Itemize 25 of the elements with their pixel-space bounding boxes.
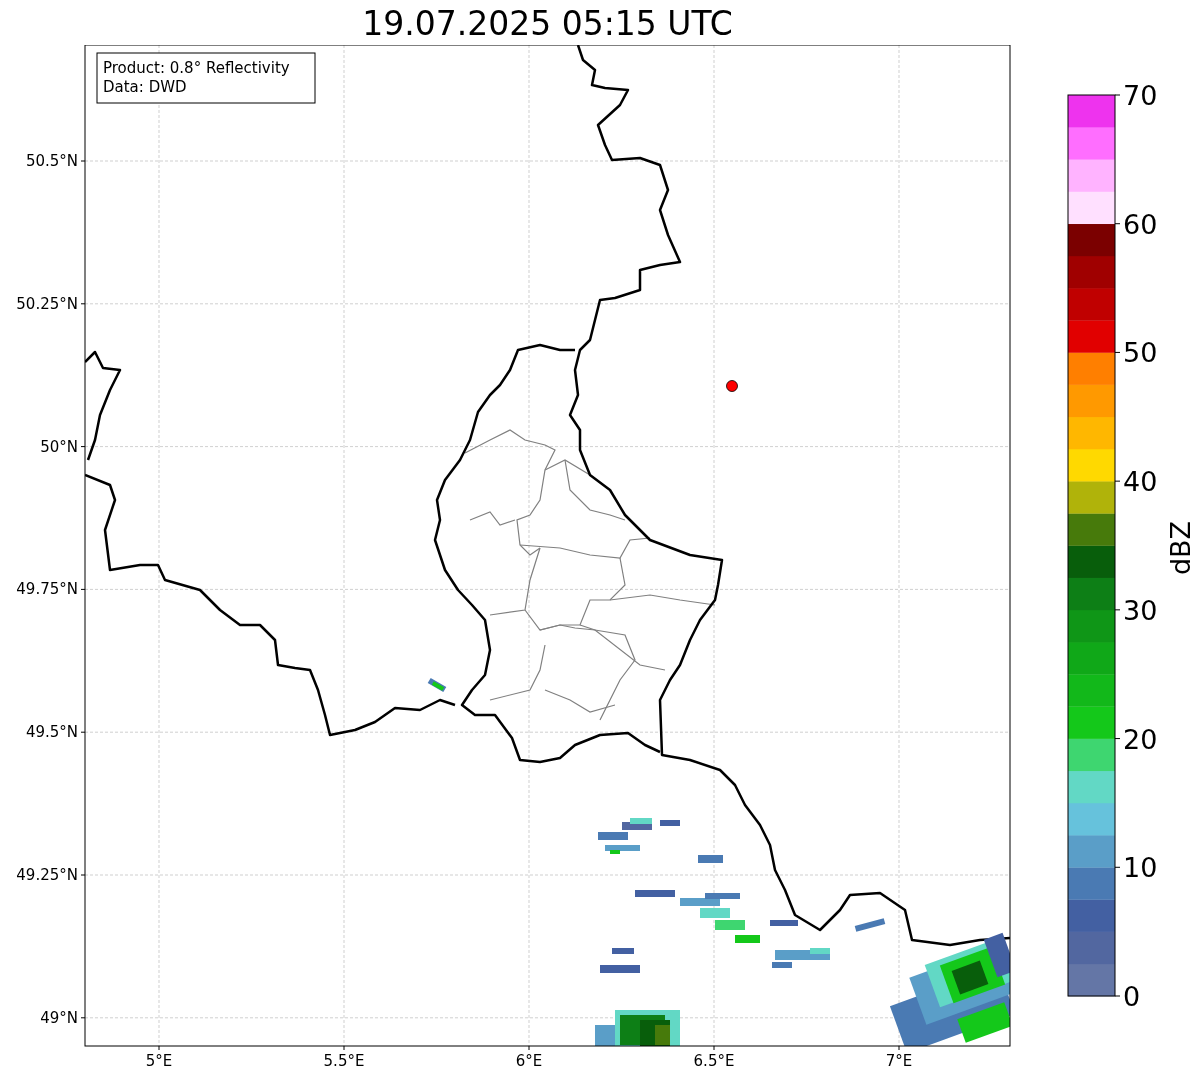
latitude-label: 50°N <box>40 437 78 456</box>
chart-title: 19.07.2025 05:15 UTC <box>361 3 734 45</box>
latitude-label: 50.25°N <box>16 294 78 313</box>
longitude-label: 6.5°E <box>693 1052 735 1070</box>
colorbar-tick-label: 10 <box>1123 852 1158 884</box>
latitude-label: 49.5°N <box>25 723 78 742</box>
info-text: Product: 0.8° Reflectivity <box>103 59 290 77</box>
info-text: Data: DWD <box>103 78 187 96</box>
colorbar-tick-label: 0 <box>1123 981 1141 1012</box>
colorbar-tick-label: 60 <box>1123 208 1158 240</box>
latitude-label: 50.5°N <box>25 152 78 170</box>
colorbar-tick-label: 20 <box>1123 723 1158 755</box>
longitude-label: 6°E <box>515 1052 543 1070</box>
longitude-label: 7°E <box>885 1052 913 1070</box>
colorbar-tick-label: 70 <box>1123 80 1158 111</box>
latitude-label: 49.25°N <box>16 866 78 884</box>
colorbar-label: dBZ <box>1165 520 1196 576</box>
radar-site-marker <box>726 380 738 392</box>
longitude-label: 5.5°E <box>323 1052 365 1070</box>
colorbar-tick-label: 40 <box>1123 466 1158 498</box>
longitude-label: 5°E <box>145 1052 173 1070</box>
colorbar-tick-label: 30 <box>1123 594 1158 626</box>
latitude-label: 49.75°N <box>16 580 78 599</box>
latitude-label: 49°N <box>40 1008 78 1027</box>
colorbar-tick-label: 50 <box>1123 337 1158 369</box>
